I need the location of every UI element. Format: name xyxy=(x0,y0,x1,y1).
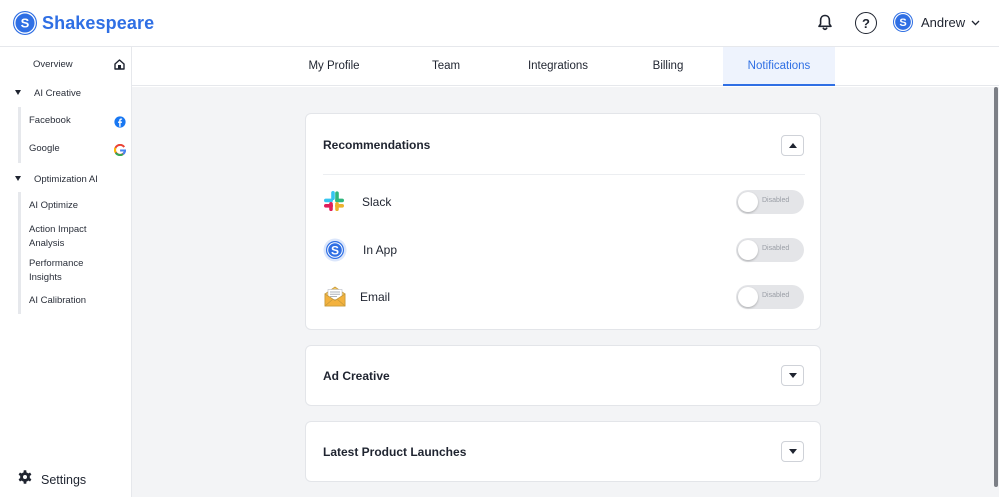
card-title: Latest Product Launches xyxy=(323,445,467,459)
sidebar-group-ai-creative: Facebook Google xyxy=(18,107,131,163)
card-title: Ad Creative xyxy=(323,369,390,383)
sidebar-item-label: Google xyxy=(29,143,60,154)
tab-billing[interactable]: Billing xyxy=(626,47,710,85)
latest-product-launches-card: Latest Product Launches xyxy=(305,421,821,482)
caret-up-icon xyxy=(788,143,797,148)
sidebar-item-label: AI Calibration xyxy=(29,295,87,306)
card-title: Recommendations xyxy=(323,138,431,152)
sidebar-item-label: Performance Insights xyxy=(29,258,84,283)
tab-my-profile[interactable]: My Profile xyxy=(283,47,385,85)
brand[interactable]: S Shakespeare xyxy=(13,11,154,35)
channel-label: In App xyxy=(363,243,398,257)
sidebar-item-ai-optimize[interactable]: AI Optimize xyxy=(21,192,131,220)
channel-label: Slack xyxy=(362,195,392,209)
sidebar-section-optimization-ai[interactable]: Optimization AI xyxy=(0,170,131,188)
sidebar-item-label: Action Impact Analysis xyxy=(29,224,87,249)
expand-button[interactable] xyxy=(781,365,804,386)
sidebar: Overview AI Creative Facebook Google Opt… xyxy=(0,47,132,497)
shakespeare-app-icon: S xyxy=(323,238,347,267)
google-icon xyxy=(113,143,127,161)
sidebar-item-facebook[interactable]: Facebook xyxy=(21,107,131,135)
sidebar-item-label: AI Optimize xyxy=(29,200,79,211)
switch-knob xyxy=(738,240,758,260)
bell-icon[interactable] xyxy=(818,14,832,36)
sidebar-item-ai-calibration[interactable]: AI Calibration xyxy=(21,288,131,314)
sidebar-item-label: Overview xyxy=(33,58,73,70)
home-icon xyxy=(114,57,125,75)
slack-toggle[interactable]: Disabled xyxy=(736,190,804,214)
tab-notifications[interactable]: Notifications xyxy=(723,47,835,86)
envelope-icon xyxy=(323,285,347,314)
sidebar-group-optimization-ai: AI Optimize Action Impact Analysis Perfo… xyxy=(18,192,131,314)
tab-team[interactable]: Team xyxy=(400,47,492,85)
user-menu[interactable]: S Andrew xyxy=(893,12,980,32)
slack-icon xyxy=(323,190,345,217)
channel-label: Email xyxy=(360,290,391,304)
sidebar-section-label: Optimization AI xyxy=(34,173,98,185)
caret-down-icon xyxy=(15,90,21,95)
channel-row-slack: Slack Disabled xyxy=(323,188,805,216)
gear-icon xyxy=(18,470,32,489)
scrollbar-thumb[interactable] xyxy=(994,87,998,487)
collapse-button[interactable] xyxy=(781,135,804,156)
recommendations-card: Recommendations Slack Disabled S In App … xyxy=(305,113,821,330)
switch-status: Disabled xyxy=(762,292,790,299)
email-toggle[interactable]: Disabled xyxy=(736,285,804,309)
switch-status: Disabled xyxy=(762,197,790,204)
chevron-down-icon xyxy=(971,13,980,31)
sidebar-item-performance-insights[interactable]: Performance Insights xyxy=(21,254,131,288)
brand-name: Shakespeare xyxy=(42,12,155,33)
expand-button[interactable] xyxy=(781,441,804,462)
in-app-toggle[interactable]: Disabled xyxy=(736,238,804,262)
sidebar-section-ai-creative[interactable]: AI Creative xyxy=(0,84,131,102)
brand-logo: S xyxy=(13,11,37,35)
divider xyxy=(323,174,805,175)
tab-integrations[interactable]: Integrations xyxy=(508,47,608,85)
switch-knob xyxy=(738,192,758,212)
sidebar-item-overview[interactable]: Overview xyxy=(0,54,131,74)
top-bar: S Shakespeare ? S Andrew xyxy=(0,0,999,47)
caret-down-icon xyxy=(788,449,797,454)
facebook-icon xyxy=(114,115,126,133)
caret-down-icon xyxy=(788,373,797,378)
sidebar-section-label: AI Creative xyxy=(34,87,81,99)
user-avatar: S xyxy=(893,12,913,32)
ad-creative-card: Ad Creative xyxy=(305,345,821,406)
user-name: Andrew xyxy=(921,14,966,30)
help-icon[interactable]: ? xyxy=(855,12,877,34)
switch-status: Disabled xyxy=(762,245,790,252)
svg-text:S: S xyxy=(21,16,30,31)
settings-label: Settings xyxy=(41,472,87,487)
channel-row-in-app: S In App Disabled xyxy=(323,236,805,264)
caret-down-icon xyxy=(15,176,21,181)
sidebar-item-label: Facebook xyxy=(29,115,71,126)
switch-knob xyxy=(738,287,758,307)
channel-row-email: Email Disabled xyxy=(323,283,805,311)
sidebar-item-google[interactable]: Google xyxy=(21,135,131,163)
settings-tabs: My Profile Team Integrations Billing Not… xyxy=(132,47,999,86)
svg-text:S: S xyxy=(331,243,339,257)
sidebar-item-settings[interactable]: Settings xyxy=(18,470,86,489)
svg-text:S: S xyxy=(899,17,906,29)
sidebar-item-action-impact-analysis[interactable]: Action Impact Analysis xyxy=(21,220,131,254)
